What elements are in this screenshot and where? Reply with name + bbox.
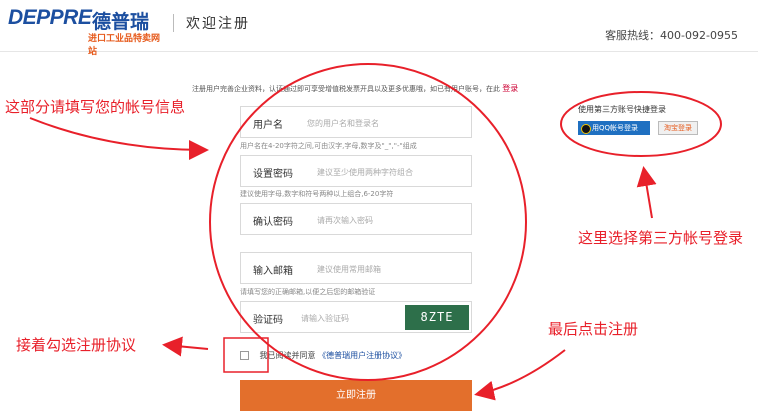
- qq-login-button[interactable]: 用QQ帐号登录: [578, 121, 650, 135]
- email-hint: 请填写您的正确邮箱,以便之后您的邮箱验证: [240, 288, 376, 296]
- username-label: 用户名: [253, 120, 283, 131]
- arrow-to-form: [29, 117, 209, 160]
- agreement-row: 我已阅读并同意 《德普瑞用户注册协议》: [240, 350, 406, 361]
- intro-text: 注册用户完善企业资料，认证通过即可享受增值税发票开具以及更多优惠哦，如已有用户账…: [192, 85, 500, 93]
- logo-tagline: 进口工业品特卖网站: [88, 34, 161, 57]
- email-field[interactable]: 输入邮箱 建议使用常用邮箱: [240, 252, 472, 284]
- register-intro: 注册用户完善企业资料，认证通过即可享受增值税发票开具以及更多优惠哦，如已有用户账…: [192, 83, 518, 94]
- username-hint: 用户名在4-20字符之间,可由汉字,字母,数字及"_","-"组成: [240, 142, 417, 150]
- email-label: 输入邮箱: [253, 266, 293, 277]
- third-party-title: 使用第三方账号快捷登录: [578, 105, 666, 114]
- taobao-login-button[interactable]: 淘宝登录: [658, 121, 698, 135]
- annotation-fill-account: 这部分请填写您的帐号信息: [5, 98, 186, 116]
- captcha-input[interactable]: 请输入验证码: [301, 313, 349, 324]
- agree-checkbox[interactable]: [240, 351, 249, 360]
- captcha-label: 验证码: [253, 315, 283, 326]
- confirm-password-label: 确认密码: [253, 217, 293, 228]
- agree-text: 我已阅读并同意: [259, 351, 316, 360]
- username-input[interactable]: 您的用户名和登录名: [307, 118, 379, 129]
- arrow-to-checkbox: [162, 336, 209, 357]
- register-button[interactable]: 立即注册: [240, 380, 472, 411]
- arrow-to-third-party: [636, 166, 657, 219]
- annotation-choose-third: 这里选择第三方帐号登录: [578, 229, 744, 247]
- third-party-login: 使用第三方账号快捷登录 用QQ帐号登录 淘宝登录: [566, 104, 711, 151]
- agreement-link[interactable]: 《德普瑞用户注册协议》: [318, 351, 406, 360]
- annotation-check-agree: 接着勾选注册协议: [16, 336, 137, 354]
- login-link[interactable]: 登录: [502, 84, 518, 93]
- password-input[interactable]: 建议至少使用两种字符组合: [317, 167, 413, 178]
- annotation-click-register: 最后点击注册: [548, 320, 639, 338]
- password-label: 设置密码: [253, 169, 293, 180]
- arrow-to-register: [474, 349, 566, 401]
- confirm-password-input[interactable]: 请再次输入密码: [317, 215, 373, 226]
- deppre-logo[interactable]: DEPPRE 德普瑞 进口工业品特卖网站: [8, 6, 168, 57]
- captcha-image[interactable]: 8ZTE: [405, 305, 469, 330]
- password-hint: 建议使用字母,数字和符号两种以上组合,6-20字符: [240, 190, 394, 198]
- service-hotline: 客服热线：400-092-0955: [605, 29, 738, 42]
- confirm-password-field[interactable]: 确认密码 请再次输入密码: [240, 203, 472, 235]
- password-field[interactable]: 设置密码 建议至少使用两种字符组合: [240, 155, 472, 187]
- page-title: 欢迎注册: [186, 16, 250, 32]
- email-input[interactable]: 建议使用常用邮箱: [317, 264, 381, 275]
- logo-chinese: 德普瑞: [92, 11, 150, 33]
- header-divider: [173, 14, 174, 32]
- username-field[interactable]: 用户名 您的用户名和登录名: [240, 106, 472, 138]
- site-header: DEPPRE 德普瑞 进口工业品特卖网站 欢迎注册 客服热线：400-092-0…: [0, 0, 758, 57]
- logo-english: DEPPRE: [8, 6, 92, 29]
